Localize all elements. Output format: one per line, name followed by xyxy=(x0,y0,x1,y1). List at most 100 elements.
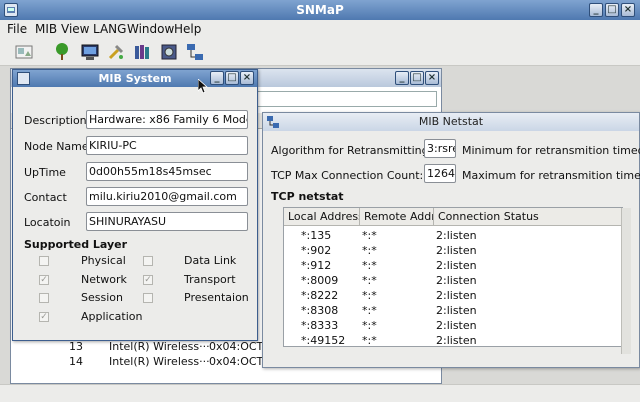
bg-minimize-button[interactable]: _ xyxy=(395,71,409,85)
application-label: Application xyxy=(81,310,143,323)
network-checkbox[interactable]: ✓ xyxy=(39,275,49,285)
menu-file[interactable]: File xyxy=(7,22,27,36)
remote-address-cell: *:* xyxy=(362,244,377,257)
menu-lang[interactable]: LANG xyxy=(93,22,126,36)
local-address-cell: *:8308 xyxy=(301,304,339,317)
remote-address-cell: *:* xyxy=(362,229,377,242)
tcp-netstat-table[interactable]: Local Address Remote Addre Connection St… xyxy=(283,207,623,347)
column-header-connection-status[interactable]: Connection Status xyxy=(434,208,622,226)
session-checkbox[interactable] xyxy=(39,293,49,303)
local-address-cell: *:8009 xyxy=(301,274,339,287)
mib-netstat-title-bar[interactable]: MIB Netstat xyxy=(263,113,639,131)
app-close-button[interactable]: × xyxy=(621,3,635,17)
remote-address-cell: *:* xyxy=(362,304,377,317)
bg-close-button[interactable]: × xyxy=(425,71,439,85)
toolbar xyxy=(0,38,640,66)
data-link-label: Data Link xyxy=(184,254,237,267)
menu-help[interactable]: Help xyxy=(174,22,201,36)
mib-system-title: MIB System xyxy=(98,72,172,85)
connection-status-cell: 2:listen xyxy=(436,334,477,347)
sys-minimize-button[interactable]: _ xyxy=(210,71,224,85)
node-name-label: Node Name xyxy=(24,140,89,153)
table-row[interactable]: *:8333 *:* 2:listen xyxy=(284,319,622,334)
transport-label: Transport xyxy=(184,273,236,286)
local-address-cell: *:912 xyxy=(301,259,332,272)
menu-bar: File MIB View LANG Window Help xyxy=(0,20,640,38)
connection-status-cell: 2:listen xyxy=(436,289,477,302)
location-field[interactable]: SHINURAYASU xyxy=(86,212,248,231)
books-icon[interactable] xyxy=(132,42,152,62)
retransmit-max-label: Maximum for retransmition timeo xyxy=(462,169,640,182)
settings-box-icon[interactable] xyxy=(159,42,179,62)
row-index: 14 xyxy=(69,355,83,368)
tools-icon[interactable] xyxy=(106,42,126,62)
app-minimize-button[interactable]: _ xyxy=(589,3,603,17)
column-header-local-address[interactable]: Local Address xyxy=(284,208,360,226)
local-address-cell: *:135 xyxy=(301,229,332,242)
monitor-icon[interactable] xyxy=(80,42,100,62)
contact-label: Contact xyxy=(24,191,67,204)
app-title: SNMaP xyxy=(296,3,344,17)
physical-checkbox[interactable] xyxy=(39,256,49,266)
local-address-cell: *:8333 xyxy=(301,319,339,332)
description-field[interactable]: Hardware: x86 Family 6 Model 2 xyxy=(86,110,248,129)
remote-address-cell: *:* xyxy=(362,319,377,332)
network-icon[interactable] xyxy=(185,42,205,62)
sys-maximize-button[interactable]: □ xyxy=(225,71,239,85)
table-row[interactable]: *:49152 *:* 2:listen xyxy=(284,334,622,347)
menu-view[interactable]: View xyxy=(61,22,89,36)
transport-checkbox[interactable]: ✓ xyxy=(143,275,153,285)
app-menu-icon[interactable] xyxy=(4,3,18,17)
retransmit-algorithm-field[interactable]: 3:rsre xyxy=(424,139,456,158)
bg-maximize-button[interactable]: □ xyxy=(410,71,424,85)
data-link-checkbox[interactable] xyxy=(143,256,153,266)
row-index: 13 xyxy=(69,340,83,353)
row-name: Intel(R) Wireless··· xyxy=(109,355,210,368)
sys-close-button[interactable]: × xyxy=(240,71,254,85)
table-row[interactable]: *:912 *:* 2:listen xyxy=(284,259,622,274)
row-name: Intel(R) Wireless··· xyxy=(109,340,210,353)
connection-status-cell: 2:listen xyxy=(436,244,477,257)
retransmit-algorithm-label: Algorithm for Retransmitting: xyxy=(271,144,433,157)
table-row[interactable]: *:8222 *:* 2:listen xyxy=(284,289,622,304)
presentation-checkbox[interactable] xyxy=(143,293,153,303)
local-address-cell: *:49152 xyxy=(301,334,346,347)
remote-address-cell: *:* xyxy=(362,274,377,287)
connection-status-cell: 2:listen xyxy=(436,304,477,317)
uptime-label: UpTime xyxy=(24,166,66,179)
remote-address-cell: *:* xyxy=(362,334,377,347)
network-label: Network xyxy=(81,273,127,286)
mib-system-window: MIB System _ □ × Description Hardware: x… xyxy=(12,69,258,341)
description-label: Description xyxy=(24,114,87,127)
mib-netstat-title: MIB Netstat xyxy=(418,115,484,128)
uptime-field[interactable]: 0d00h55m18s45msec xyxy=(86,162,248,181)
network-window-icon[interactable] xyxy=(267,116,279,128)
app-title-bar[interactable]: SNMaP xyxy=(0,0,640,20)
contact-field[interactable]: milu.kiriu2010@gmail.com xyxy=(86,187,248,206)
retransmit-min-label: Minimum for retransmition timeo xyxy=(462,144,640,157)
mouse-cursor-icon xyxy=(197,78,209,94)
local-address-cell: *:8222 xyxy=(301,289,339,302)
max-connection-label: TCP Max Connection Count: xyxy=(271,169,424,182)
image-icon[interactable] xyxy=(14,42,34,62)
connection-status-cell: 2:listen xyxy=(436,259,477,272)
application-checkbox[interactable]: ✓ xyxy=(39,312,49,322)
app-maximize-button[interactable]: □ xyxy=(605,3,619,17)
location-label: Locatoin xyxy=(24,216,71,229)
table-row[interactable]: *:902 *:* 2:listen xyxy=(284,244,622,259)
connection-status-cell: 2:listen xyxy=(436,274,477,287)
column-header-remote-address[interactable]: Remote Addre xyxy=(360,208,434,226)
menu-mib[interactable]: MIB xyxy=(35,22,57,36)
tree-icon[interactable] xyxy=(52,42,72,62)
menu-window[interactable]: Window xyxy=(127,22,174,36)
table-row[interactable]: *:135 *:* 2:listen xyxy=(284,229,622,244)
window-menu-icon[interactable] xyxy=(17,72,30,85)
table-row[interactable]: *:8308 *:* 2:listen xyxy=(284,304,622,319)
node-name-field[interactable]: KIRIU-PC xyxy=(86,136,248,155)
session-label: Session xyxy=(81,291,123,304)
status-bar xyxy=(0,384,640,402)
table-row[interactable]: *:8009 *:* 2:listen xyxy=(284,274,622,289)
netstat-vertical-scrollbar[interactable] xyxy=(621,208,631,354)
connection-status-cell: 2:listen xyxy=(436,229,477,242)
max-connection-field[interactable]: 1264 xyxy=(424,164,456,183)
